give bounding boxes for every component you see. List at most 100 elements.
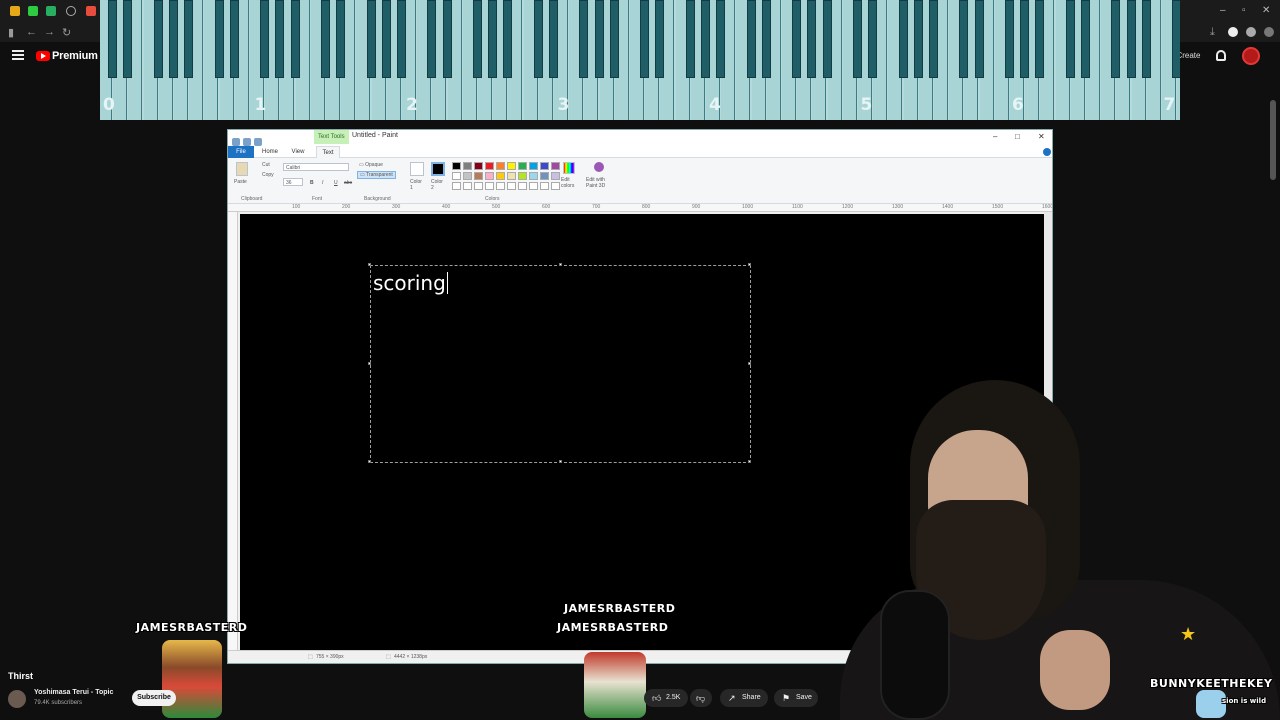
menu-icon[interactable] <box>1264 27 1274 37</box>
sidebar-icon[interactable]: ▮ <box>8 26 14 39</box>
video-title[interactable]: Thirst <box>8 671 33 681</box>
channel-avatar[interactable] <box>8 690 26 708</box>
resize-handle[interactable] <box>368 362 371 365</box>
hamburger-menu-icon[interactable] <box>12 50 24 60</box>
empty-swatch[interactable] <box>529 182 538 190</box>
page-scrollbar[interactable] <box>1270 100 1276 180</box>
font-family-select[interactable]: Calibri <box>283 163 349 171</box>
tab-home[interactable]: Home <box>258 146 282 158</box>
italic-button[interactable]: I <box>322 180 323 186</box>
opaque-option[interactable]: ▭ Opaque <box>359 162 383 168</box>
font-size-select[interactable]: 36 <box>283 178 303 186</box>
close-icon[interactable]: ✕ <box>1262 5 1270 16</box>
palette-swatch[interactable] <box>463 162 472 170</box>
edit-colors-button[interactable]: Edit colors <box>561 177 581 189</box>
palette-swatch[interactable] <box>507 162 516 170</box>
globe-icon[interactable] <box>66 6 76 16</box>
tab-text[interactable]: Text <box>316 146 340 158</box>
like-button[interactable]: 👍︎ 2.5K <box>644 689 688 707</box>
back-icon[interactable]: ← <box>26 26 37 38</box>
tab-favicon-icon[interactable] <box>10 6 20 16</box>
channel-name[interactable]: Yoshimasa Terui - Topic <box>34 689 113 696</box>
help-icon[interactable] <box>1043 148 1051 156</box>
resize-handle[interactable] <box>748 460 751 463</box>
paint-3d-icon[interactable] <box>594 162 604 172</box>
forward-icon[interactable]: → <box>44 26 55 38</box>
maximize-icon[interactable]: □ <box>1015 132 1020 141</box>
empty-swatch[interactable] <box>540 182 549 190</box>
palette-swatch[interactable] <box>485 172 494 180</box>
palette-swatch[interactable] <box>529 162 538 170</box>
paste-button[interactable]: Paste <box>234 179 247 185</box>
palette-swatch[interactable] <box>518 172 527 180</box>
empty-swatch[interactable] <box>551 182 560 190</box>
tab-favicon-icon[interactable] <box>86 6 96 16</box>
dislike-button[interactable]: 👎︎ <box>690 689 712 707</box>
color-2-swatch[interactable] <box>431 162 445 176</box>
palette-swatch[interactable] <box>518 162 527 170</box>
empty-swatch[interactable] <box>507 182 516 190</box>
empty-swatch[interactable] <box>485 182 494 190</box>
palette-swatch[interactable] <box>540 162 549 170</box>
redo-icon[interactable] <box>254 138 262 146</box>
palette-swatch[interactable] <box>529 172 538 180</box>
close-icon[interactable]: ✕ <box>1038 132 1045 141</box>
minimize-icon[interactable]: – <box>993 132 997 141</box>
palette-swatch[interactable] <box>551 172 560 180</box>
palette-swatch[interactable] <box>474 162 483 170</box>
save-icon[interactable] <box>232 138 240 146</box>
tab-view[interactable]: View <box>286 146 310 158</box>
copy-button[interactable]: Copy <box>262 172 274 178</box>
empty-swatch[interactable] <box>496 182 505 190</box>
tab-favicon-icon[interactable] <box>46 6 56 16</box>
color-1-swatch[interactable] <box>410 162 424 176</box>
reload-icon[interactable]: ↻ <box>62 26 71 39</box>
download-icon[interactable]: ⤓ <box>1210 26 1215 39</box>
resize-handle[interactable] <box>368 460 371 463</box>
empty-swatch[interactable] <box>452 182 461 190</box>
palette-swatch[interactable] <box>452 162 461 170</box>
palette-swatch[interactable] <box>485 162 494 170</box>
cut-button[interactable]: Cut <box>262 162 270 168</box>
strikethrough-button[interactable]: abc <box>344 180 352 186</box>
resize-handle[interactable] <box>748 362 751 365</box>
underline-button[interactable]: U <box>334 180 338 186</box>
palette-swatch[interactable] <box>551 162 560 170</box>
tab-favicon-icon[interactable] <box>28 6 38 16</box>
save-button[interactable]: ⚑ Save <box>774 689 818 707</box>
maximize-icon[interactable]: ▫ <box>1242 5 1246 16</box>
minimize-icon[interactable]: – <box>1220 5 1226 16</box>
palette-swatch[interactable] <box>507 172 516 180</box>
palette-swatch[interactable] <box>463 172 472 180</box>
youtube-premium-logo[interactable]: Premium <box>52 50 98 62</box>
palette-swatch[interactable] <box>496 172 505 180</box>
extension-icon[interactable] <box>1246 27 1256 37</box>
octave-label: 4 <box>709 95 721 115</box>
resize-handle[interactable] <box>748 263 751 266</box>
share-button[interactable]: ↗ Share <box>720 689 768 707</box>
account-avatar[interactable] <box>1242 47 1260 65</box>
edit-with-paint-3d-button[interactable]: Edit with Paint 3D <box>586 177 616 189</box>
extension-icon[interactable] <box>1228 27 1238 37</box>
empty-swatch[interactable] <box>518 182 527 190</box>
palette-swatch[interactable] <box>452 172 461 180</box>
edit-colors-icon[interactable] <box>563 162 575 174</box>
paste-icon[interactable] <box>236 162 248 176</box>
palette-swatch[interactable] <box>496 162 505 170</box>
youtube-logo-icon[interactable] <box>36 51 50 61</box>
tab-file[interactable]: File <box>228 146 254 158</box>
palette-swatch[interactable] <box>540 172 549 180</box>
transparent-option[interactable]: ▭ Transparent <box>357 171 396 179</box>
resize-handle[interactable] <box>559 263 562 266</box>
canvas-text[interactable]: scoring <box>373 271 448 295</box>
bold-button[interactable]: B <box>310 180 314 186</box>
undo-icon[interactable] <box>243 138 251 146</box>
resize-handle[interactable] <box>559 460 562 463</box>
palette-swatch[interactable] <box>474 172 483 180</box>
notifications-bell-icon[interactable] <box>1216 50 1226 61</box>
subscribe-button[interactable]: Subscribe <box>132 690 176 706</box>
text-box-selection[interactable]: scoring <box>368 263 751 463</box>
resize-handle[interactable] <box>368 263 371 266</box>
empty-swatch[interactable] <box>474 182 483 190</box>
empty-swatch[interactable] <box>463 182 472 190</box>
